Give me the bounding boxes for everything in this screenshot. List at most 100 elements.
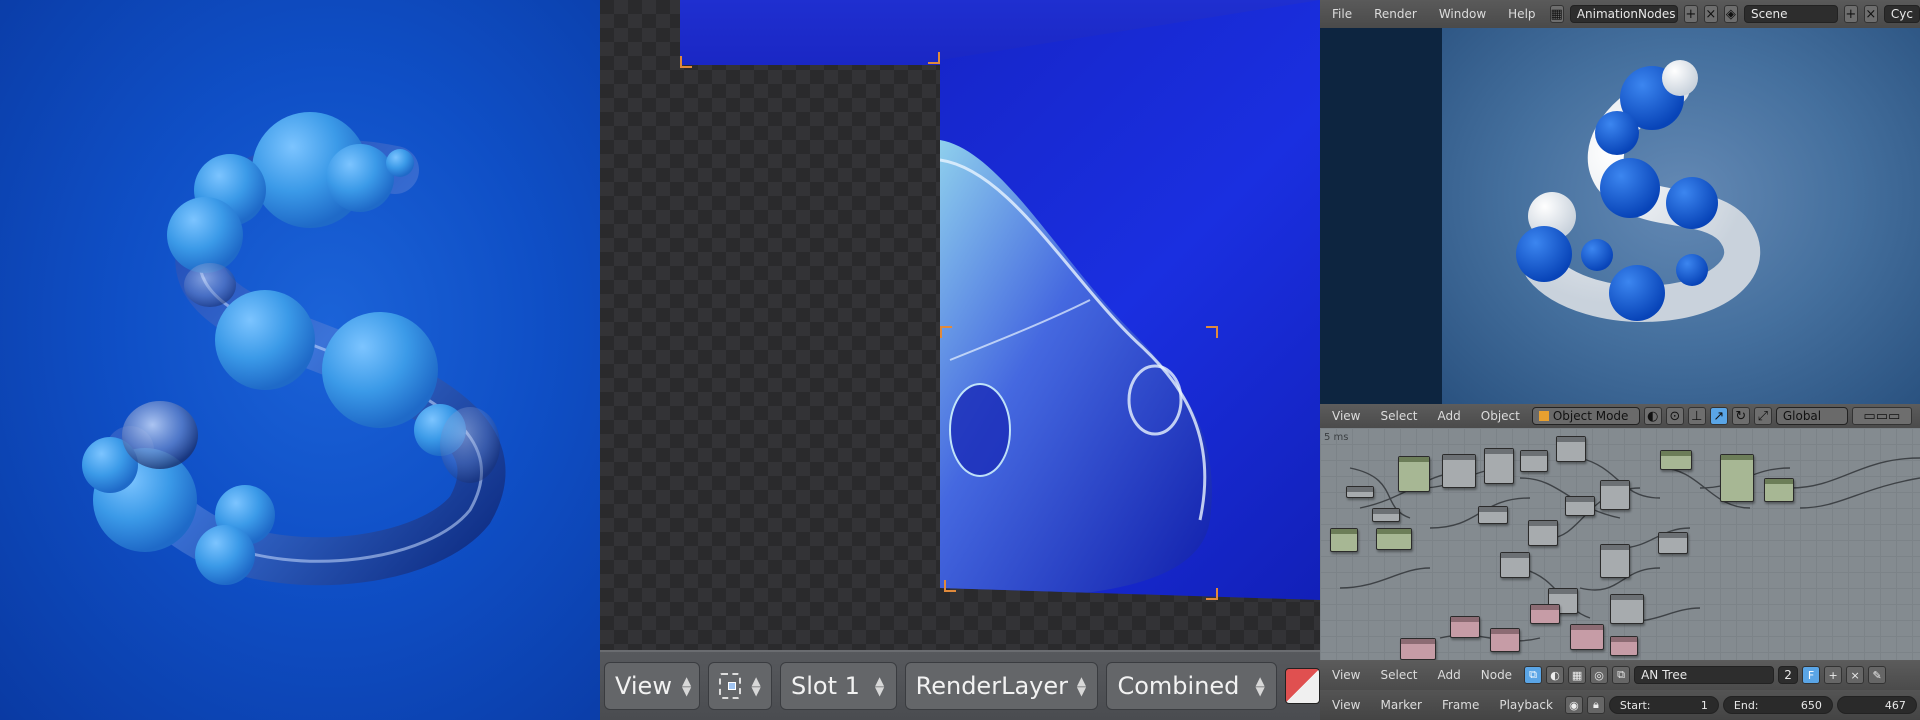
node[interactable] bbox=[1556, 436, 1586, 462]
end-frame-label: End: bbox=[1733, 698, 1759, 712]
menu-view[interactable]: View bbox=[1324, 698, 1368, 712]
node[interactable] bbox=[1570, 624, 1604, 650]
alpha-display-icon[interactable] bbox=[1285, 668, 1320, 704]
node[interactable] bbox=[1450, 616, 1480, 638]
translate-manipulator-icon[interactable]: ↗ bbox=[1709, 407, 1728, 425]
up-down-arrows-icon: ▲ ▼ bbox=[751, 674, 761, 698]
node[interactable] bbox=[1490, 628, 1520, 652]
node[interactable] bbox=[1660, 450, 1692, 470]
rotate-manipulator-icon[interactable]: ↻ bbox=[1731, 407, 1750, 425]
node[interactable] bbox=[1398, 456, 1430, 492]
clear-glass-blob bbox=[122, 401, 198, 469]
menu-add[interactable]: Add bbox=[1430, 668, 1469, 682]
object-mode-label: Object Mode bbox=[1552, 409, 1629, 423]
slot-dropdown[interactable]: Slot 1 ▲ ▼ bbox=[780, 662, 897, 710]
menu-render[interactable]: Render bbox=[1366, 7, 1425, 21]
screen-name-field[interactable]: AnimationNodes bbox=[1569, 5, 1678, 23]
node[interactable] bbox=[1500, 552, 1530, 578]
texture-nodes-icon[interactable]: ▦ bbox=[1568, 666, 1587, 684]
current-frame-field[interactable]: 467 bbox=[1836, 696, 1917, 714]
node[interactable] bbox=[1600, 544, 1630, 578]
menu-select[interactable]: Select bbox=[1372, 409, 1425, 423]
delete-scene-icon[interactable]: × bbox=[1863, 5, 1878, 23]
node[interactable] bbox=[1376, 528, 1412, 550]
fake-user-button[interactable]: F bbox=[1802, 666, 1821, 684]
node-editor-header: View Select Add Node ⧉ ◐ ▦ ◎ ⧉ AN Tree 2… bbox=[1320, 660, 1920, 690]
end-frame-field[interactable]: End: 650 bbox=[1722, 696, 1833, 714]
node[interactable] bbox=[1442, 454, 1476, 488]
add-tree-icon[interactable]: + bbox=[1824, 666, 1843, 684]
transform-orientation-dropdown[interactable]: Global bbox=[1775, 407, 1848, 425]
node[interactable] bbox=[1764, 478, 1794, 502]
node[interactable] bbox=[1346, 486, 1374, 498]
corner-marker bbox=[1206, 326, 1218, 338]
menu-help[interactable]: Help bbox=[1500, 7, 1543, 21]
node[interactable] bbox=[1372, 508, 1400, 522]
menu-window[interactable]: Window bbox=[1431, 7, 1494, 21]
menu-add[interactable]: Add bbox=[1430, 409, 1469, 423]
3d-viewport[interactable] bbox=[1320, 28, 1920, 404]
menu-object[interactable]: Object bbox=[1473, 409, 1528, 423]
layers-grid-icon[interactable]: ▭▭▭ bbox=[1851, 407, 1912, 425]
node[interactable] bbox=[1530, 604, 1560, 624]
record-icon[interactable]: ◉ bbox=[1564, 696, 1583, 714]
image-browse-button[interactable]: ▲ ▼ bbox=[708, 662, 772, 710]
node[interactable] bbox=[1478, 506, 1508, 524]
node[interactable] bbox=[1610, 636, 1638, 656]
node-tree-browse-icon[interactable]: ⧉ bbox=[1612, 666, 1631, 684]
interaction-mode-dropdown[interactable]: Object Mode bbox=[1531, 407, 1640, 425]
node[interactable] bbox=[1520, 450, 1548, 472]
start-frame-label: Start: bbox=[1619, 698, 1651, 712]
corner-marker bbox=[944, 580, 956, 592]
slot-label: Slot 1 bbox=[791, 672, 860, 700]
pin-icon[interactable]: ✎ bbox=[1868, 666, 1887, 684]
node[interactable] bbox=[1528, 520, 1558, 546]
menu-marker[interactable]: Marker bbox=[1372, 698, 1429, 712]
node[interactable] bbox=[1600, 480, 1630, 510]
scale-manipulator-icon[interactable]: ⤢ bbox=[1753, 407, 1772, 425]
node[interactable] bbox=[1565, 496, 1595, 516]
viewport-shading-icon[interactable]: ◐ bbox=[1643, 407, 1662, 425]
node-tree-name-field[interactable]: AN Tree bbox=[1634, 666, 1775, 684]
users-count: 2 bbox=[1778, 666, 1799, 684]
menu-select[interactable]: Select bbox=[1372, 668, 1425, 682]
compositing-nodes-icon[interactable]: ◎ bbox=[1590, 666, 1609, 684]
menu-view[interactable]: View bbox=[1324, 668, 1368, 682]
view-menu-button[interactable]: View ▲ ▼ bbox=[604, 662, 700, 710]
screen-layout-icon[interactable]: ▦ bbox=[1549, 5, 1564, 23]
render-pass-label: Combined bbox=[1117, 672, 1240, 700]
glass-s-render bbox=[82, 112, 506, 586]
scene-icon[interactable]: ◈ bbox=[1723, 5, 1738, 23]
node[interactable] bbox=[1658, 532, 1688, 554]
node[interactable] bbox=[1720, 454, 1754, 502]
unlink-tree-icon[interactable]: × bbox=[1846, 666, 1865, 684]
info-header: File Render Window Help ▦ AnimationNodes… bbox=[1320, 0, 1920, 28]
node[interactable] bbox=[1610, 594, 1644, 624]
start-frame-field[interactable]: Start: 1 bbox=[1608, 696, 1719, 714]
render-layer-dropdown[interactable]: RenderLayer ▲ ▼ bbox=[904, 662, 1099, 710]
node-tree-type-icon[interactable]: ⧉ bbox=[1524, 666, 1543, 684]
pivot-point-icon[interactable]: ⊙ bbox=[1665, 407, 1684, 425]
node[interactable] bbox=[1400, 638, 1436, 660]
render-layer-label: RenderLayer bbox=[915, 672, 1068, 700]
lock-icon[interactable]: 🔒︎ bbox=[1586, 696, 1605, 714]
menu-playback[interactable]: Playback bbox=[1491, 698, 1561, 712]
node[interactable] bbox=[1484, 448, 1514, 484]
delete-screen-icon[interactable]: × bbox=[1703, 5, 1718, 23]
scene-name-field[interactable]: Scene bbox=[1743, 5, 1838, 23]
menu-file[interactable]: File bbox=[1324, 7, 1360, 21]
node-editor[interactable]: 5 ms bbox=[1320, 428, 1920, 660]
menu-view[interactable]: View bbox=[1324, 409, 1368, 423]
menu-node[interactable]: Node bbox=[1473, 668, 1520, 682]
shader-nodes-icon[interactable]: ◐ bbox=[1546, 666, 1565, 684]
menu-frame[interactable]: Frame bbox=[1434, 698, 1487, 712]
add-scene-icon[interactable]: + bbox=[1843, 5, 1858, 23]
node[interactable] bbox=[1330, 528, 1358, 552]
manipulator-icon[interactable]: ⊥ bbox=[1687, 407, 1706, 425]
add-screen-icon[interactable]: + bbox=[1683, 5, 1698, 23]
start-frame-value: 1 bbox=[1700, 698, 1708, 712]
render-engine-dropdown[interactable]: Cyc bbox=[1883, 5, 1920, 23]
render-pass-dropdown[interactable]: Combined ▲ ▼ bbox=[1106, 662, 1278, 710]
3d-view-header: View Select Add Object Object Mode ◐ ⊙ ⊥… bbox=[1320, 404, 1920, 428]
viewport-s-shape bbox=[1516, 60, 1761, 322]
